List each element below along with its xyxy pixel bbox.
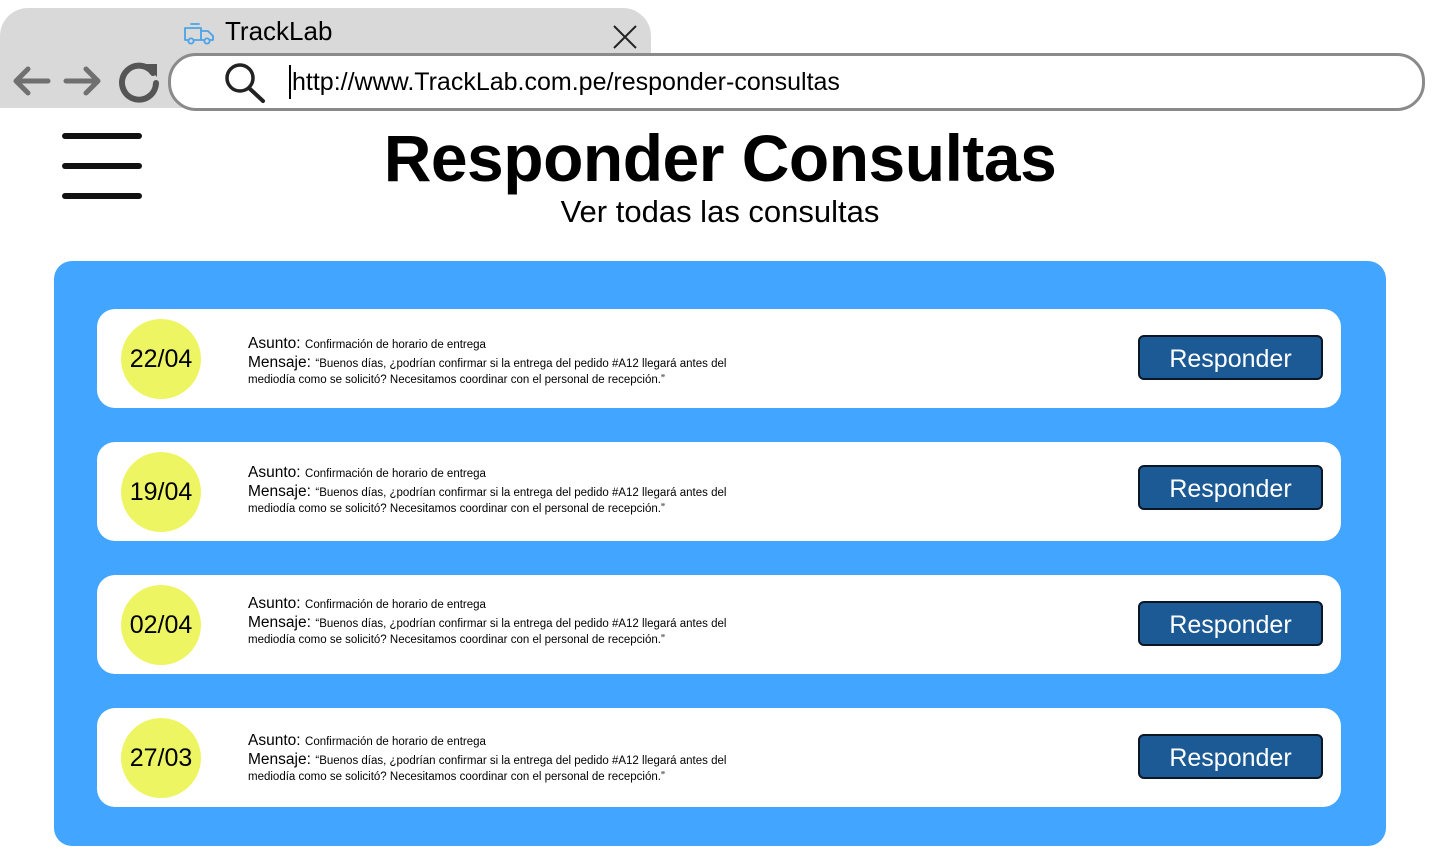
delivery-truck-icon [184,23,214,45]
text-caret [289,65,291,99]
message-label: Mensaje: [248,354,311,371]
message-label: Mensaje: [248,483,311,500]
subject-label: Asunto: [248,335,301,352]
responder-button[interactable]: Responder [1138,465,1323,510]
arrow-right-icon[interactable] [62,64,104,98]
subject-label: Asunto: [248,595,301,612]
reload-icon[interactable] [116,58,162,104]
consulta-content: Asunto: Confirmación de horario de entre… [248,595,808,648]
message-value: “Buenos días, ¿podrían confirmar si la e… [315,358,727,370]
message-label: Mensaje: [248,614,311,631]
message-value: “Buenos días, ¿podrían confirmar si la e… [315,755,727,767]
message-value-continued: mediodía como se solicitó? Necesitamos c… [248,503,665,515]
subject-value: Confirmación de horario de entrega [305,468,486,480]
message-value-continued: mediodía como se solicitó? Necesitamos c… [248,771,665,783]
consulta-card: 22/04 Asunto: Confirmación de horario de… [97,309,1341,408]
consulta-card: 19/04 Asunto: Confirmación de horario de… [97,442,1341,541]
consulta-content: Asunto: Confirmación de horario de entre… [248,464,808,517]
responder-button[interactable]: Responder [1138,335,1323,380]
page-title: Responder Consultas [383,121,1057,195]
subject-value: Confirmación de horario de entrega [305,339,486,351]
date-badge: 02/04 [121,585,201,665]
subject-label: Asunto: [248,732,301,749]
subject-value: Confirmación de horario de entrega [305,736,486,748]
consulta-content: Asunto: Confirmación de horario de entre… [248,335,808,388]
message-label: Mensaje: [248,751,311,768]
consulta-card: 27/03 Asunto: Confirmación de horario de… [97,708,1341,807]
consulta-card: 02/04 Asunto: Confirmación de horario de… [97,575,1341,674]
address-bar[interactable] [168,53,1425,111]
message-value: “Buenos días, ¿podrían confirmar si la e… [315,487,727,499]
message-value-continued: mediodía como se solicitó? Necesitamos c… [248,374,665,386]
subject-label: Asunto: [248,464,301,481]
url-input[interactable] [292,62,1372,102]
consultas-panel: 22/04 Asunto: Confirmación de horario de… [54,261,1386,846]
subject-value: Confirmación de horario de entrega [305,599,486,611]
message-value: “Buenos días, ¿podrían confirmar si la e… [315,618,727,630]
page: TrackLab Responder Consultas Ver to [0,0,1440,859]
browser-chrome: TrackLab [0,0,1440,111]
page-subtitle: Ver todas las consultas [560,194,880,229]
search-icon [225,63,265,103]
message-value-continued: mediodía como se solicitó? Necesitamos c… [248,634,665,646]
arrow-left-icon[interactable] [10,64,52,98]
tab-title: TrackLab [225,16,333,46]
date-badge: 27/03 [121,718,201,798]
close-icon[interactable] [612,24,638,50]
consulta-content: Asunto: Confirmación de horario de entre… [248,732,808,785]
responder-button[interactable]: Responder [1138,601,1323,646]
responder-button[interactable]: Responder [1138,734,1323,779]
date-badge: 22/04 [121,319,201,399]
date-badge: 19/04 [121,452,201,532]
